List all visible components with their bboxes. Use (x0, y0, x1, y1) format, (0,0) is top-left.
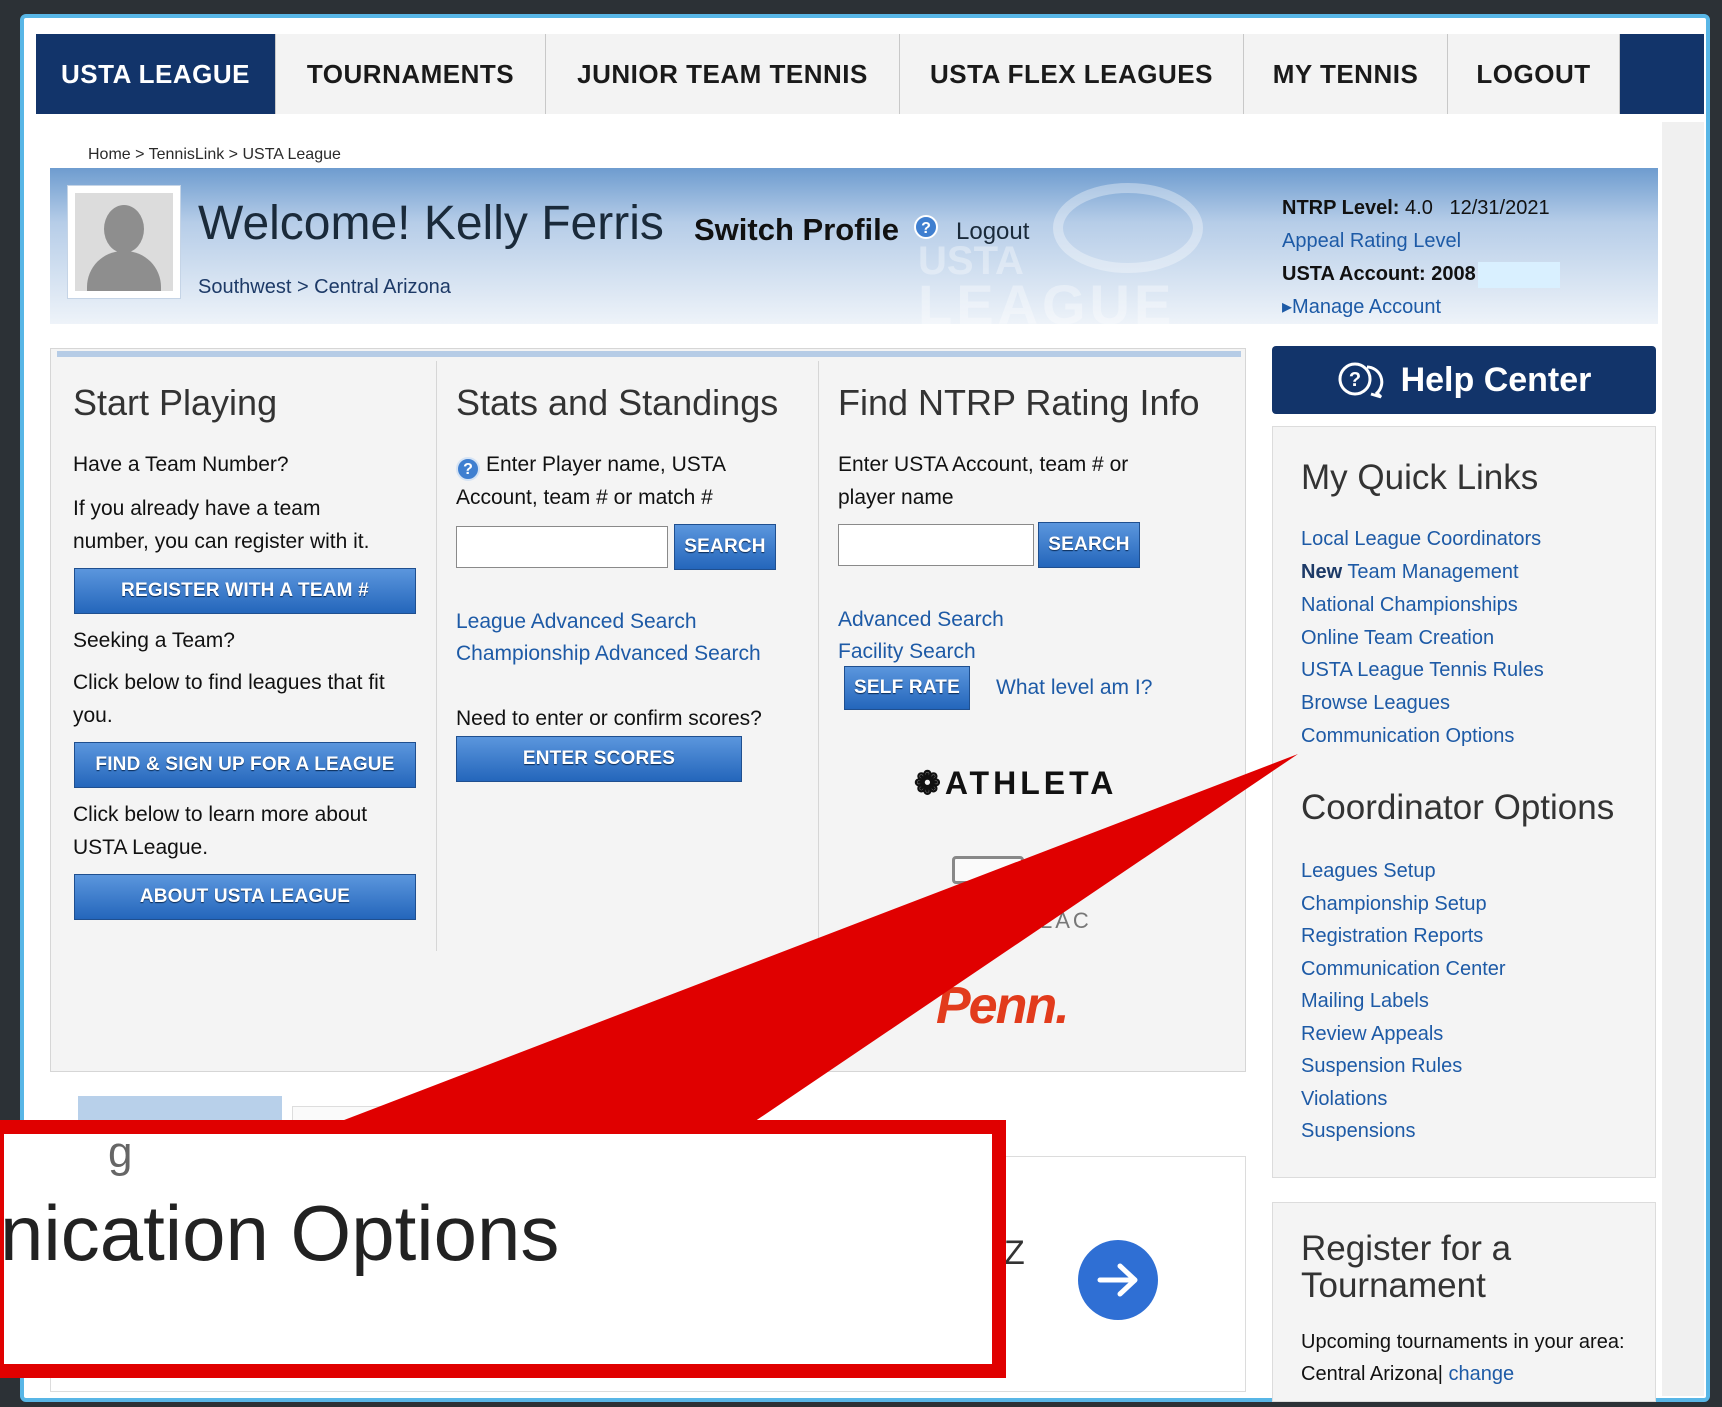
zoom-ghost-text: g (108, 1128, 133, 1177)
zoom-callout-text: nication Options (0, 1189, 560, 1277)
